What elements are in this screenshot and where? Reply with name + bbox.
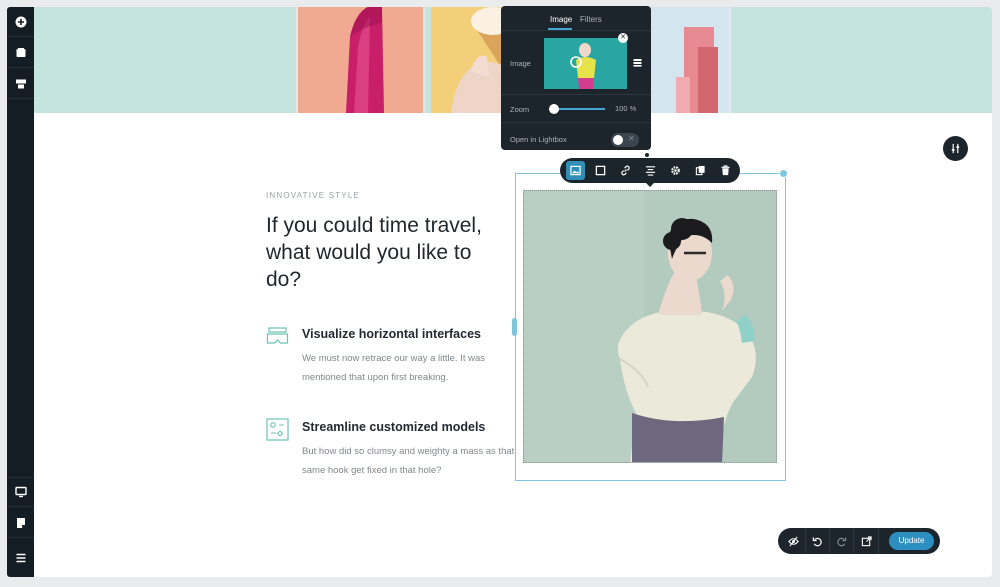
frame-icon — [595, 165, 606, 176]
toggle-off-icon: ✕ — [628, 134, 635, 143]
vr-headset-icon — [266, 327, 289, 344]
image-settings-popover: Image Filters Image ✕ Zoom 100 % Open in… — [501, 6, 651, 150]
preview-toggle-button[interactable] — [782, 528, 806, 554]
image-thumbnail[interactable] — [544, 38, 627, 89]
zoom-slider-track[interactable] — [553, 108, 605, 110]
redo-icon — [837, 536, 847, 546]
delete-button[interactable] — [716, 161, 735, 180]
section-settings-button[interactable] — [943, 136, 968, 161]
section-headline: If you could time travel, what would you… — [266, 214, 482, 291]
frame-button[interactable] — [591, 161, 610, 180]
desktop-view-button[interactable] — [7, 477, 34, 507]
toolbar-pointer — [646, 183, 654, 187]
page-icon — [16, 517, 25, 528]
menu-icon — [16, 553, 25, 563]
divider — [501, 122, 651, 123]
undo-button[interactable] — [806, 528, 830, 554]
sliders-icon — [951, 143, 960, 154]
zoom-value[interactable]: 100 % — [615, 104, 636, 113]
plus-circle-icon — [15, 16, 26, 27]
image-selection-frame — [515, 173, 786, 481]
architecture-photo — [646, 7, 729, 113]
lipstick-photo — [298, 7, 423, 113]
zoom-label: Zoom — [510, 105, 530, 114]
image-toolbar — [560, 158, 740, 183]
hide-icon — [788, 536, 799, 546]
image-icon — [570, 165, 581, 176]
gallery-photo-architecture[interactable] — [646, 7, 731, 113]
lightbox-label: Open in Lightbox — [510, 135, 567, 144]
trash-icon — [721, 165, 730, 176]
divider — [501, 94, 651, 95]
gear-icon — [671, 166, 680, 175]
undo-icon — [812, 536, 822, 546]
external-link-icon — [861, 535, 872, 546]
link-button[interactable] — [616, 161, 635, 180]
align-button[interactable] — [641, 161, 660, 180]
resize-handle[interactable] — [512, 318, 517, 336]
layers-button[interactable] — [7, 38, 34, 68]
flowchart-icon — [266, 418, 289, 441]
layout-icon — [15, 79, 26, 88]
image-label: Image — [510, 59, 531, 68]
toggle-knob — [613, 135, 623, 145]
feature-text: But how did so clumsy and weighty a mass… — [302, 446, 515, 476]
main-menu-button[interactable] — [7, 543, 34, 573]
tab-filters[interactable]: Filters — [580, 15, 602, 24]
open-site-button[interactable] — [855, 528, 879, 554]
element-settings-button[interactable] — [666, 161, 685, 180]
divider — [501, 30, 651, 31]
add-element-button[interactable] — [7, 7, 34, 37]
duplicate-button[interactable] — [691, 161, 710, 180]
section-eyebrow: INNOVATIVE STYLE — [266, 191, 361, 200]
pages-button[interactable] — [7, 508, 34, 538]
resize-handle[interactable] — [779, 169, 788, 178]
duplicate-icon — [695, 165, 705, 176]
toolbar-anchor-dot — [645, 153, 649, 157]
thumbnail-photo — [544, 38, 627, 89]
gallery-photo-lipstick[interactable] — [296, 7, 425, 113]
layers-icon — [16, 47, 25, 57]
editor-sidebar — [7, 7, 34, 577]
tab-image[interactable]: Image — [550, 15, 572, 24]
zoom-slider-handle[interactable] — [549, 104, 559, 114]
link-icon — [621, 165, 630, 176]
feature-title: Visualize horizontal interfaces — [302, 327, 481, 341]
desktop-icon — [14, 486, 27, 498]
feature-title: Streamline customized models — [302, 420, 486, 434]
layout-button[interactable] — [7, 69, 34, 99]
image-library-icon[interactable] — [633, 58, 642, 67]
update-button[interactable]: Update — [889, 532, 934, 550]
redo-button[interactable] — [830, 528, 854, 554]
align-icon — [645, 166, 656, 176]
lightbox-toggle[interactable]: ✕ — [611, 133, 639, 147]
remove-image-button[interactable]: ✕ — [618, 33, 628, 43]
editor-action-bar: Update — [778, 528, 940, 554]
image-settings-button[interactable] — [566, 161, 585, 180]
feature-text: We must now retrace our way a little. It… — [302, 353, 486, 383]
